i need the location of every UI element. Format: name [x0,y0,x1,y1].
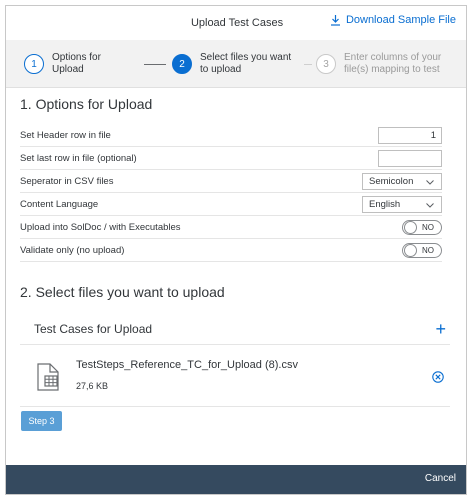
add-file-icon[interactable]: + [435,320,446,338]
wizard-step-2[interactable]: 2 Select files you want to upload [172,40,300,88]
header-row-setting: Set Header row in file 1 [20,124,442,147]
upload-soldoc-toggle[interactable]: NO [402,220,442,235]
upload-list-header: Test Cases for Upload + [20,313,450,345]
dialog-header: Upload Test Cases Download Sample File [6,6,466,39]
list-item: TestSteps_Reference_TC_for_Upload (8).cs… [20,345,450,407]
step-label-1: Options for Upload [52,52,101,75]
options-section-title: 1. Options for Upload [20,96,153,112]
toggle-state: NO [422,223,434,232]
file-size: 27,6 KB [76,381,109,391]
download-sample-file-link[interactable]: Download Sample File [330,14,456,26]
wizard-step-3: 3 Enter columns of your file(s) mapping … [316,40,452,88]
cancel-button[interactable]: Cancel [425,473,456,484]
options-form: Set Header row in file 1 Set last row in… [20,124,442,262]
language-label: Content Language [20,198,99,210]
step-label-3: Enter columns of your file(s) mapping to… [344,52,442,75]
wizard-connector-2 [304,64,312,65]
wizard-connector-1 [144,64,166,65]
last-row-input[interactable] [378,150,442,167]
header-row-label: Set Header row in file [20,129,111,141]
download-label: Download Sample File [345,14,456,26]
download-icon [330,14,341,26]
language-setting: Content Language English [20,193,442,216]
upload-dialog: Upload Test Cases Download Sample File 1… [5,5,467,495]
step-label-2: Select files you want to upload [200,52,292,75]
file-name: TestSteps_Reference_TC_for_Upload (8).cs… [76,359,298,371]
separator-select[interactable]: Semicolon [362,173,442,190]
step-number-1: 1 [24,54,44,74]
language-value: English [369,199,401,210]
wizard-step-1[interactable]: 1 Options for Upload [24,40,122,88]
header-row-input[interactable]: 1 [378,127,442,144]
upload-soldoc-label: Upload into SolDoc / with Executables [20,221,181,233]
step-3-button[interactable]: Step 3 [21,411,62,431]
toggle-state: NO [422,246,434,255]
language-select[interactable]: English [362,196,442,213]
validate-only-toggle[interactable]: NO [402,243,442,258]
chevron-down-icon [425,200,435,213]
remove-file-icon[interactable] [432,370,444,388]
last-row-setting: Set last row in file (optional) [20,147,442,170]
validate-only-label: Validate only (no upload) [20,244,125,256]
validate-only-setting: Validate only (no upload) NO [20,239,442,262]
csv-file-icon [36,363,60,396]
select-files-section-title: 2. Select files you want to upload [20,284,225,300]
separator-value: Semicolon [369,176,414,187]
upload-list-title: Test Cases for Upload [34,321,153,336]
wizard-progress: 1 Options for Upload 2 Select files you … [6,40,466,88]
step-number-2: 2 [172,54,192,74]
toggle-knob [404,244,417,257]
separator-label: Seperator in CSV files [20,175,114,187]
upload-soldoc-setting: Upload into SolDoc / with Executables NO [20,216,442,239]
step-number-3: 3 [316,54,336,74]
separator-setting: Seperator in CSV files Semicolon [20,170,442,193]
toggle-knob [404,221,417,234]
chevron-down-icon [425,177,435,190]
last-row-label: Set last row in file (optional) [20,152,137,164]
upload-list-panel: Test Cases for Upload + TestSteps_Refere… [20,313,450,407]
dialog-footer: Cancel [6,465,466,494]
